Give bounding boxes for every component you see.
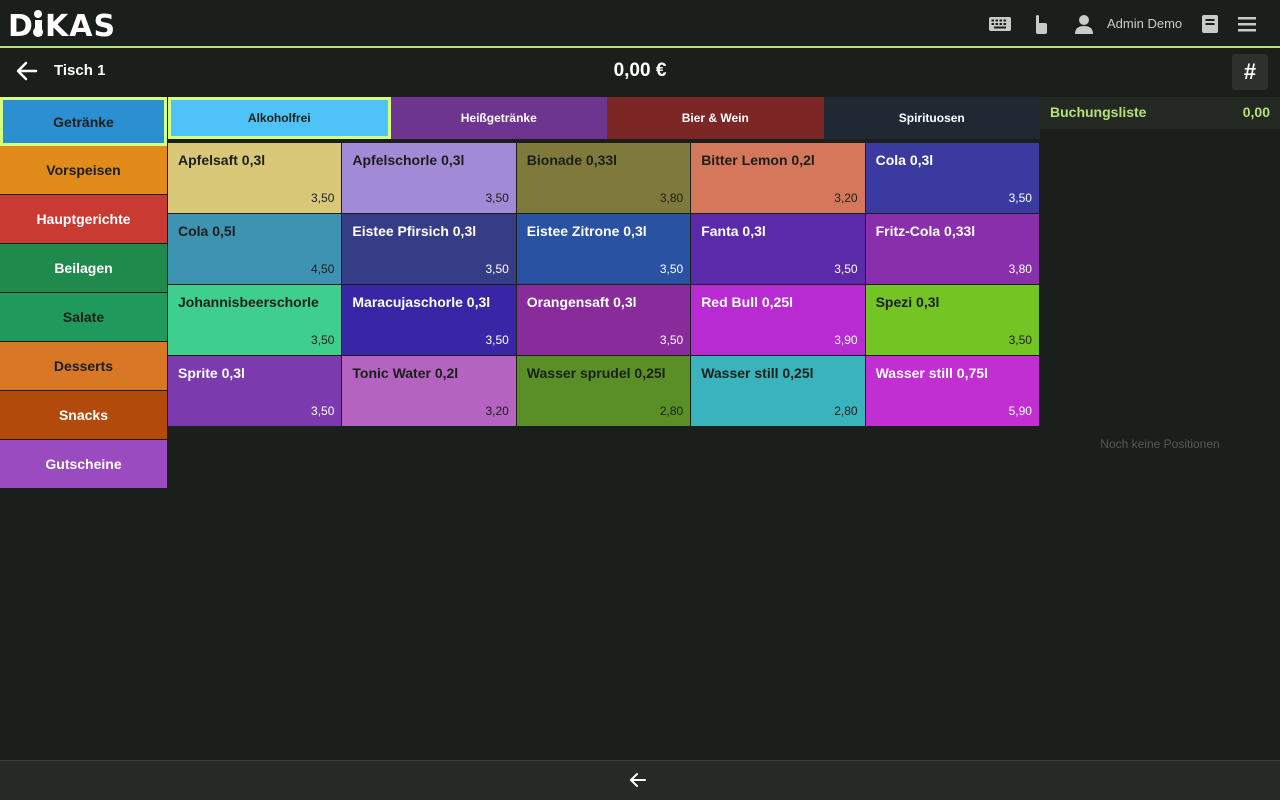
- product-grid: Apfelsaft 0,3l 3,50 Apfelschorle 0,3l 3,50 B…: [168, 143, 1040, 427]
- product-name: Bitter Lemon 0,2l: [701, 152, 815, 168]
- product-tile[interactable]: Red Bull 0,25l 3,90: [691, 285, 866, 356]
- svg-text:KAS: KAS: [45, 9, 116, 42]
- product-tile[interactable]: Maracujaschorle 0,3l 3,50: [342, 285, 517, 356]
- product-tile[interactable]: Cola 0,3l 3,50: [865, 143, 1040, 214]
- product-tile[interactable]: Orangensaft 0,3l 3,50: [516, 285, 692, 356]
- product-name: Orangensaft 0,3l: [526, 294, 637, 310]
- subcategory-tab[interactable]: Heißgetränke: [390, 97, 607, 139]
- booking-empty-message: Noch keine Positionen: [1100, 437, 1220, 451]
- product-price: 3,50: [485, 333, 509, 347]
- product-price: 3,80: [1008, 262, 1032, 276]
- product-name: Sprite 0,3l: [178, 365, 245, 381]
- product-tile[interactable]: Wasser sprudel 0,25l 2,80: [516, 356, 692, 427]
- keyboard-icon[interactable]: [988, 12, 1012, 36]
- category-button[interactable]: Beilagen: [0, 244, 167, 293]
- product-tile[interactable]: Wasser still 0,75l 5,90: [865, 356, 1040, 427]
- product-tile[interactable]: Fritz-Cola 0,33l 3,80: [865, 214, 1040, 285]
- product-price: 3,50: [311, 333, 335, 347]
- product-price: 3,50: [834, 262, 858, 276]
- category-button[interactable]: Vorspeisen: [0, 146, 167, 195]
- product-name: Cola 0,3l: [875, 152, 934, 168]
- product-tile[interactable]: Eistee Zitrone 0,3l 3,50: [516, 214, 692, 285]
- product-name: Eistee Pfirsich 0,3l: [352, 223, 477, 239]
- product-price: 3,50: [311, 404, 335, 418]
- category-button[interactable]: Salate: [0, 293, 167, 342]
- category-button[interactable]: Getränke: [0, 97, 167, 146]
- hash-button[interactable]: #: [1232, 54, 1268, 90]
- product-tile[interactable]: Eistee Pfirsich 0,3l 3,50: [342, 214, 517, 285]
- category-list: Getränke Vorspeisen Hauptgerichte Beilagen S…: [0, 97, 167, 489]
- product-price: 3,20: [834, 191, 858, 205]
- booking-header: Buchungsliste 0,00: [1040, 97, 1280, 129]
- product-tile[interactable]: Spezi 0,3l 3,50: [865, 285, 1040, 356]
- subcategory-tab[interactable]: Spirituosen: [823, 97, 1040, 139]
- booking-sum: 0,00: [1242, 104, 1270, 120]
- product-price: 5,90: [1008, 404, 1032, 418]
- product-price: 3,50: [311, 191, 335, 205]
- category-button[interactable]: Hauptgerichte: [0, 195, 167, 244]
- product-tile[interactable]: Sprite 0,3l 3,50: [168, 356, 343, 427]
- product-price: 3,80: [659, 191, 684, 205]
- product-name: Bionade 0,33l: [526, 152, 618, 168]
- product-price: 3,50: [485, 191, 509, 205]
- product-price: 3,50: [485, 262, 509, 276]
- user-name[interactable]: Admin Demo: [1107, 16, 1182, 31]
- table-name: Tisch 1: [54, 62, 106, 79]
- category-button[interactable]: Desserts: [0, 342, 167, 391]
- order-header: Tisch 1 0,00 € #: [0, 50, 1280, 96]
- product-name: Fritz-Cola 0,33l: [875, 223, 976, 239]
- product-tile[interactable]: Tonic Water 0,2l 3,20: [342, 356, 517, 427]
- category-button[interactable]: Gutscheine: [0, 440, 167, 489]
- product-price: 2,80: [659, 404, 684, 418]
- product-name: Tonic Water 0,2l: [352, 365, 459, 381]
- back-arrow-icon[interactable]: [14, 60, 40, 82]
- subcategory-tabs: Alkoholfrei Heißgetränke Bier & Wein Spirit…: [168, 97, 1040, 139]
- product-name: Spezi 0,3l: [875, 294, 940, 310]
- back-arrow-icon[interactable]: [628, 771, 648, 789]
- product-price: 3,50: [1008, 191, 1032, 205]
- app-logo: D KAS: [8, 6, 116, 44]
- product-price: 3,90: [834, 333, 858, 347]
- product-name: Red Bull 0,25l: [701, 294, 793, 310]
- product-tile[interactable]: Fanta 0,3l 3,50: [691, 214, 866, 285]
- user-icon[interactable]: [1072, 12, 1096, 36]
- product-name: Cola 0,5l: [178, 223, 236, 239]
- product-tile[interactable]: Bionade 0,33l 3,80: [516, 143, 692, 214]
- product-price: 4,50: [311, 262, 335, 276]
- product-name: Wasser still 0,25l: [701, 365, 814, 381]
- subcategory-tab[interactable]: Bier & Wein: [607, 97, 824, 139]
- touch-icon[interactable]: [1028, 12, 1052, 36]
- menu-icon[interactable]: [1235, 12, 1259, 36]
- product-price: 3,20: [485, 404, 509, 418]
- product-tile[interactable]: Johannisbeerschorle 3,50: [168, 285, 343, 356]
- product-tile[interactable]: Wasser still 0,25l 2,80: [691, 356, 866, 427]
- svg-text:D: D: [8, 9, 34, 42]
- dikas-logo-icon: D KAS: [8, 9, 116, 44]
- product-tile[interactable]: Bitter Lemon 0,2l 3,20: [691, 143, 866, 214]
- top-bar: D KAS Admin Demo: [0, 0, 1280, 48]
- product-tile[interactable]: Cola 0,5l 4,50: [168, 214, 343, 285]
- product-name: Maracujaschorle 0,3l: [352, 294, 491, 310]
- product-price: 2,80: [834, 404, 858, 418]
- product-price: 3,50: [659, 262, 684, 276]
- subcategory-tab[interactable]: Alkoholfrei: [168, 97, 391, 139]
- book-icon[interactable]: [1198, 12, 1222, 36]
- product-price: 3,50: [1008, 333, 1032, 347]
- product-name: Apfelschorle 0,3l: [352, 152, 465, 168]
- booking-title: Buchungsliste: [1050, 104, 1147, 120]
- product-name: Johannisbeerschorle: [178, 294, 319, 310]
- order-total: 0,00 €: [613, 60, 667, 81]
- product-name: Wasser sprudel 0,25l: [526, 365, 666, 381]
- product-name: Fanta 0,3l: [701, 223, 766, 239]
- bottom-bar: [0, 760, 1280, 800]
- category-button[interactable]: Snacks: [0, 391, 167, 440]
- product-name: Wasser still 0,75l: [875, 365, 988, 381]
- product-tile[interactable]: Apfelsaft 0,3l 3,50: [168, 143, 343, 214]
- product-name: Eistee Zitrone 0,3l: [526, 223, 647, 239]
- product-name: Apfelsaft 0,3l: [178, 152, 266, 168]
- product-price: 3,50: [659, 333, 684, 347]
- product-tile[interactable]: Apfelschorle 0,3l 3,50: [342, 143, 517, 214]
